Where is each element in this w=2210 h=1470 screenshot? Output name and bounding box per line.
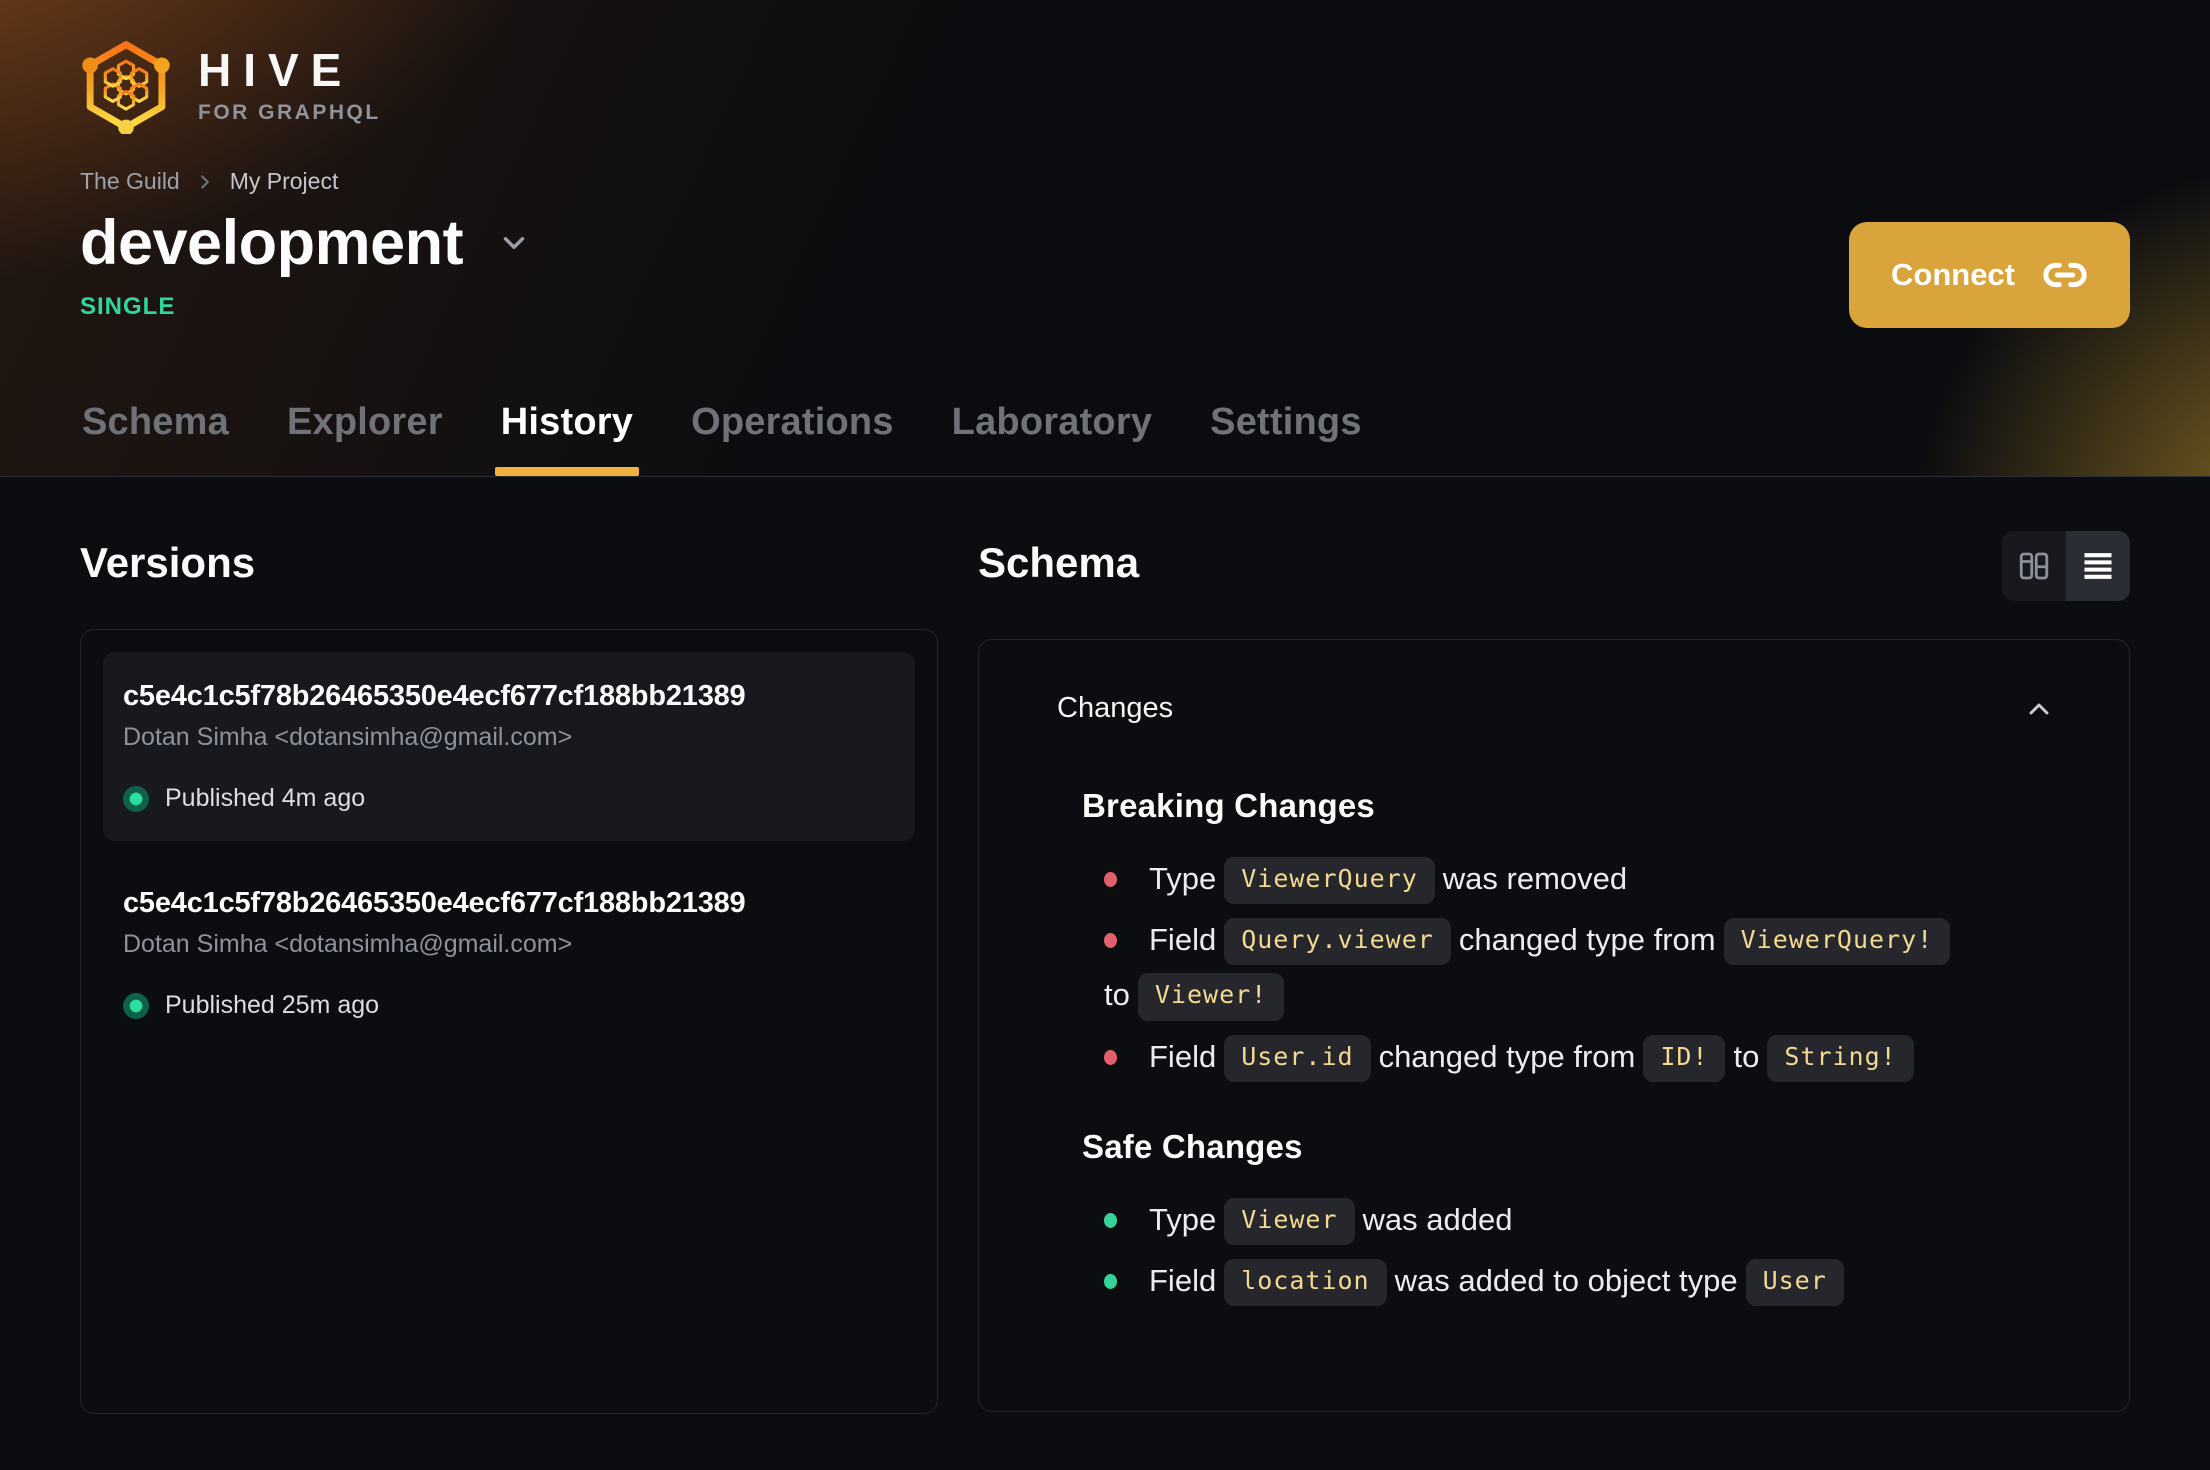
code-chip: User.id [1224, 1034, 1371, 1082]
versions-column: Versions c5e4c1c5f78b26465350e4ecf677cf1… [80, 539, 938, 1414]
hive-hexagon-icon [82, 41, 170, 134]
code-chip: Query.viewer [1224, 918, 1451, 966]
version-author: Dotan Simha <dotansimha@gmail.com> [123, 930, 573, 958]
change-item: Field User.id changed type from ID! to String… [1104, 1029, 2055, 1084]
change-section-title: Breaking Changes [1082, 787, 1375, 824]
change-item: Field Query.viewer changed type from Viewer… [1104, 912, 2055, 1022]
version-status-row: Published 4m ago [123, 784, 895, 813]
code-chip: Viewer! [1137, 973, 1285, 1021]
published-status-icon [123, 785, 149, 812]
main-content: Versions c5e4c1c5f78b26465350e4ecf677cf1… [0, 477, 2210, 1414]
schema-heading: Schema [978, 539, 1140, 586]
brand-text: HIVE FOR GRAPHQL [198, 47, 381, 125]
change-section: Breaking Changes Type ViewerQuery was remov… [1057, 787, 2055, 1084]
version-status-text: Published 4m ago [165, 784, 366, 812]
version-hash: c5e4c1c5f78b26465350e4ecf677cf188bb21389 [123, 680, 746, 712]
brand-tagline: FOR GRAPHQL [198, 101, 381, 124]
view-toggle [2002, 531, 2130, 601]
page-title: development [80, 208, 464, 278]
changes-panel: Changes Breaking Changes Type ViewerQuery w… [978, 639, 2130, 1412]
tab-operations[interactable]: Operations [689, 401, 896, 476]
hive-app: HIVE FOR GRAPHQL The Guild My Project de… [0, 0, 2210, 1470]
version-status-text: Published 25m ago [165, 991, 380, 1019]
tab-laboratory[interactable]: Laboratory [950, 401, 1154, 476]
code-chip: String! [1767, 1034, 1914, 1082]
code-chip: User [1745, 1258, 1844, 1307]
published-status-icon [123, 992, 149, 1019]
changes-title: Changes [1057, 692, 1174, 724]
change-list: Type ViewerQuery was removed Field Query.vie… [1082, 851, 2055, 1084]
change-item: Type Viewer was added [1104, 1192, 2055, 1247]
tab-settings[interactable]: Settings [1208, 401, 1364, 476]
change-bullet-icon [1104, 1273, 1117, 1289]
change-section: Safe Changes Type Viewer was added Field loca… [1057, 1128, 2055, 1308]
code-chip: Viewer [1224, 1197, 1355, 1245]
tab-bar: Schema Explorer History Operations Laborator… [80, 401, 1364, 476]
version-card[interactable]: c5e4c1c5f78b26465350e4ecf677cf188bb21389… [103, 859, 915, 1048]
columns-layout-icon [2019, 552, 2049, 580]
change-bullet-icon [1104, 1049, 1117, 1065]
version-author: Dotan Simha <dotansimha@gmail.com> [123, 723, 573, 751]
view-toggle-list-button[interactable] [2066, 531, 2130, 601]
change-bullet-icon [1104, 933, 1117, 949]
changes-header: Changes [1057, 692, 2055, 725]
change-segment-group: to Viewer! [1104, 973, 1292, 1021]
change-item: Type ViewerQuery was removed [1104, 851, 2055, 906]
tab-schema[interactable]: Schema [80, 401, 231, 476]
brand-logo[interactable]: HIVE FOR GRAPHQL [80, 38, 540, 134]
version-list: c5e4c1c5f78b26465350e4ecf677cf188bb21389… [103, 652, 915, 1048]
target-switcher-chevron-down-icon[interactable] [497, 226, 531, 260]
tab-history[interactable]: History [494, 401, 640, 476]
change-list: Type Viewer was added Field location was adde… [1082, 1192, 2055, 1308]
change-bullet-icon [1104, 1212, 1117, 1228]
change-bullet-icon [1104, 872, 1117, 887]
version-hash: c5e4c1c5f78b26465350e4ecf677cf188bb21389 [123, 887, 746, 919]
breadcrumb-project[interactable]: My Project [230, 168, 339, 195]
change-item: Field location was added to object type Use… [1104, 1253, 2055, 1308]
breadcrumb-organization[interactable]: The Guild [80, 168, 180, 195]
breadcrumb: The Guild My Project [80, 168, 2130, 195]
code-chip: ViewerQuery [1224, 857, 1435, 905]
tab-explorer[interactable]: Explorer [285, 401, 445, 476]
connect-button[interactable]: Connect [1849, 222, 2130, 328]
list-rows-icon [2084, 553, 2112, 579]
link-icon [2043, 262, 2087, 288]
header: HIVE FOR GRAPHQL The Guild My Project de… [0, 0, 2210, 477]
versions-heading: Versions [80, 539, 256, 586]
version-status-row: Published 25m ago [123, 991, 895, 1020]
code-chip: location [1224, 1258, 1387, 1307]
collapse-chevron-up-icon[interactable] [2023, 693, 2055, 725]
view-toggle-columns-button[interactable] [2002, 531, 2066, 601]
versions-panel: c5e4c1c5f78b26465350e4ecf677cf188bb21389… [80, 629, 938, 1414]
target-mode-badge: SINGLE [80, 293, 176, 320]
schema-header-row: Schema [978, 531, 2130, 601]
schema-column: Schema Changes Breaking Changes Type Vie… [978, 531, 2130, 1414]
code-chip: ID! [1643, 1034, 1726, 1082]
connect-label: Connect [1891, 257, 2015, 292]
change-section-title: Safe Changes [1082, 1127, 1303, 1165]
brand-name: HIVE [198, 44, 354, 96]
changes-sections: Breaking Changes Type ViewerQuery was remov… [1057, 787, 2055, 1308]
version-card[interactable]: c5e4c1c5f78b26465350e4ecf677cf188bb21389… [103, 652, 915, 841]
chevron-right-icon [200, 174, 209, 189]
code-chip: ViewerQuery! [1723, 918, 1951, 966]
target-title-row: development [80, 207, 2130, 279]
